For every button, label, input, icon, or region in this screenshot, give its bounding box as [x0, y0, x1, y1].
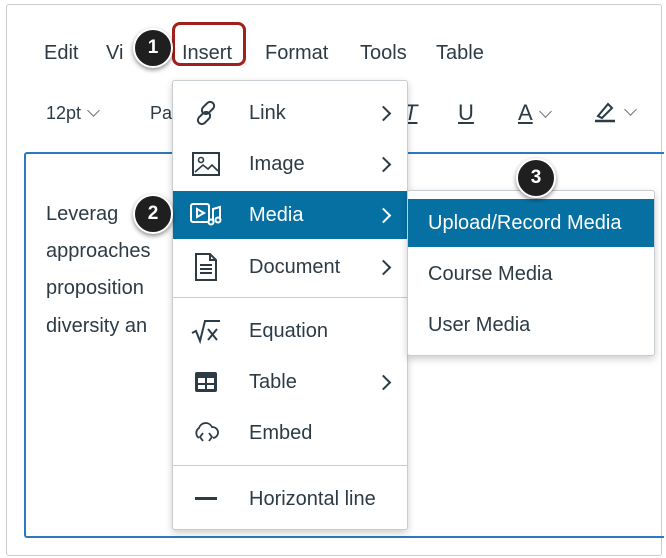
font-size-value: 12pt	[46, 103, 82, 123]
highlighter-icon	[595, 102, 615, 123]
text-color-label: A	[518, 100, 533, 125]
chevron-down-icon	[538, 105, 552, 118]
menu-format[interactable]: Format	[265, 42, 328, 65]
menu-divider	[173, 297, 407, 298]
insert-media[interactable]: Media	[173, 191, 407, 239]
insert-document[interactable]: Document	[173, 243, 407, 291]
link-icon	[189, 96, 223, 130]
chevron-right-icon	[375, 156, 392, 172]
menu-table[interactable]: Table	[436, 42, 484, 65]
font-size-select[interactable]: 12pt	[46, 103, 100, 124]
table-icon	[189, 365, 223, 399]
chevron-right-icon	[375, 259, 392, 275]
horizontal-line-icon	[189, 482, 223, 516]
insert-horizontal-line[interactable]: Horizontal line	[173, 475, 407, 523]
document-icon	[189, 250, 223, 284]
insert-table[interactable]: Table	[173, 358, 407, 406]
chevron-down-icon	[87, 104, 100, 117]
menu-edit[interactable]: Edit	[44, 42, 78, 65]
step-callout-1: 1	[133, 28, 173, 68]
equation-icon	[189, 314, 223, 348]
chevron-right-icon	[375, 105, 392, 121]
course-media[interactable]: Course Media	[408, 250, 654, 298]
paragraph-select[interactable]: Pa	[150, 103, 172, 124]
media-icon	[189, 198, 223, 232]
menu-view[interactable]: Vi	[106, 42, 123, 65]
editor-text-line: diversity an	[46, 315, 148, 337]
highlight-color-button[interactable]	[592, 98, 637, 129]
upload-record-media[interactable]: Upload/Record Media	[408, 199, 654, 247]
media-submenu: Upload/Record Media Course Media User Me…	[407, 190, 655, 356]
text-color-button[interactable]: A	[518, 100, 552, 126]
chevron-right-icon	[375, 374, 392, 390]
step-callout-3: 3	[516, 158, 556, 198]
insert-image[interactable]: Image	[173, 140, 407, 188]
insert-embed[interactable]: Embed	[173, 409, 407, 457]
insert-menu: Link Image Media Document Equation Table	[172, 80, 408, 530]
step-callout-2: 2	[133, 194, 173, 234]
editor-text-line: approaches	[46, 240, 151, 262]
insert-equation[interactable]: Equation	[173, 307, 407, 355]
editor-text-line: Leverag	[46, 203, 119, 225]
user-media[interactable]: User Media	[408, 301, 654, 349]
menu-tools[interactable]: Tools	[360, 42, 407, 65]
chevron-down-icon	[624, 103, 637, 116]
menu-divider	[173, 465, 407, 466]
editor-text-line: proposition	[46, 277, 144, 299]
menu-insert[interactable]: Insert	[182, 42, 232, 65]
embed-icon	[189, 416, 223, 450]
insert-link[interactable]: Link	[173, 89, 407, 137]
underline-button[interactable]: U	[458, 100, 474, 126]
image-icon	[189, 147, 223, 181]
chevron-right-icon	[375, 207, 392, 223]
